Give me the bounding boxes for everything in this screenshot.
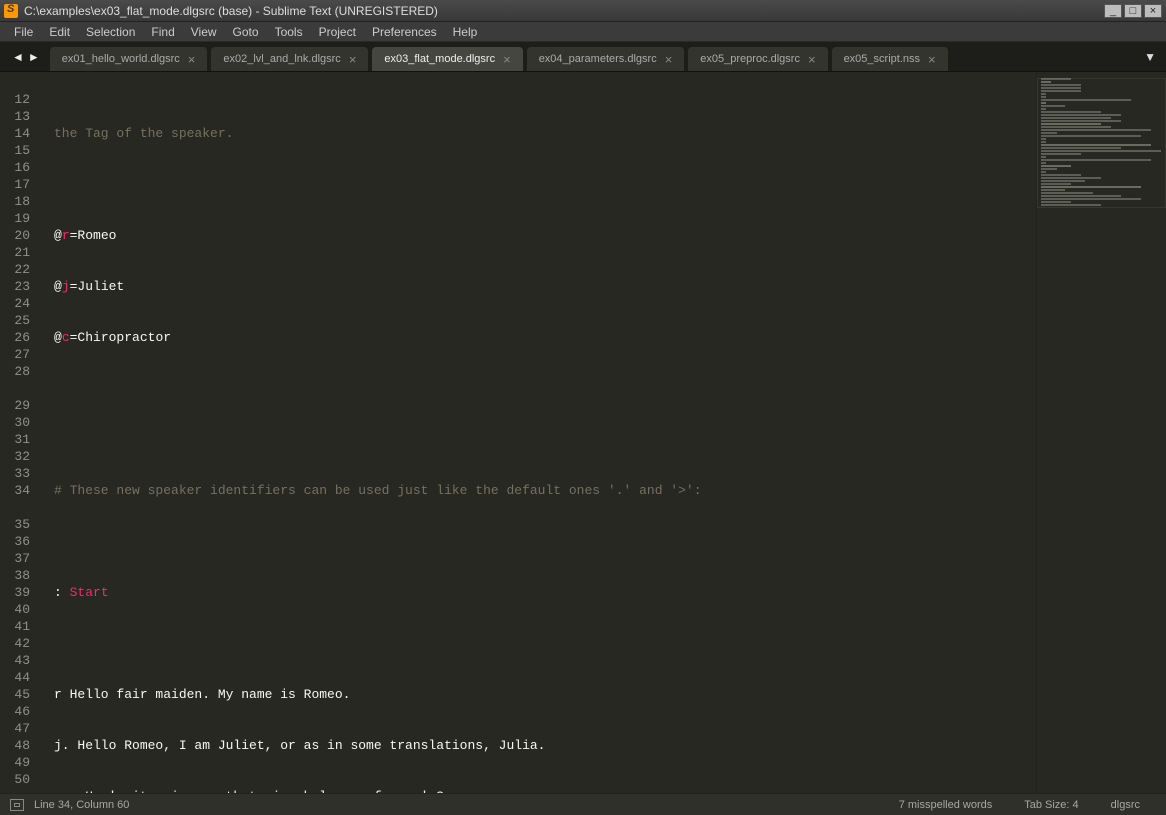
tab-label: ex02_lvl_and_lnk.dlgsrc [223,53,340,65]
speaker-key: j [62,279,70,294]
tab-ex02[interactable]: ex02_lvl_and_lnk.dlgsrc × [211,47,368,71]
tab-label: ex03_flat_mode.dlgsrc [384,53,495,65]
dialog-line: r Hello fair maiden. My name is Romeo. [54,687,350,702]
at-symbol: @ [54,228,62,243]
tab-close-icon[interactable]: × [665,52,673,67]
close-button[interactable]: × [1144,4,1162,18]
menu-help[interactable]: Help [445,25,486,39]
menu-selection[interactable]: Selection [78,25,143,39]
minimize-button[interactable]: _ [1104,4,1122,18]
menu-edit[interactable]: Edit [41,25,78,39]
status-tabsize[interactable]: Tab Size: 4 [1008,799,1094,811]
status-bar: Line 34, Column 60 7 misspelled words Ta… [0,793,1166,815]
comment: # These new speaker identifiers can be u… [54,483,702,498]
tab-label: ex01_hello_world.dlgsrc [62,53,180,65]
at-symbol: @ [54,279,62,294]
speaker-def: =Romeo [70,228,117,243]
speaker-def: =Juliet [70,279,125,294]
speaker-def: =Chiropractor [70,330,171,345]
maximize-button[interactable]: □ [1124,4,1142,18]
tab-overflow-icon[interactable]: ▼ [1134,50,1166,64]
dialog-line: j. Hello Romeo, I am Juliet, or as in so… [54,738,545,753]
label-colon: : [54,585,70,600]
menu-project[interactable]: Project [311,25,364,39]
tab-label: ex05_script.nss [844,53,920,65]
minimap[interactable] [1036,72,1166,793]
tab-next-icon[interactable]: ► [28,50,40,64]
speaker-key: r [62,228,70,243]
tab-close-icon[interactable]: × [808,52,816,67]
at-symbol: @ [54,330,62,345]
tab-strip: ◄ ► ex01_hello_world.dlgsrc × ex02_lvl_an… [0,42,1166,72]
menu-view[interactable]: View [183,25,225,39]
tab-close-icon[interactable]: × [188,52,196,67]
tab-prev-icon[interactable]: ◄ [12,50,24,64]
app-icon [4,4,18,18]
menu-find[interactable]: Find [143,25,182,39]
menu-preferences[interactable]: Preferences [364,25,445,39]
speaker-key: c [62,330,70,345]
menu-goto[interactable]: Goto [225,25,267,39]
tab-close-icon[interactable]: × [349,52,357,67]
panel-toggle-icon[interactable] [10,799,24,811]
status-position[interactable]: Line 34, Column 60 [34,799,129,811]
menubar: File Edit Selection Find View Goto Tools… [0,22,1166,42]
tab-ex01[interactable]: ex01_hello_world.dlgsrc × [50,47,208,71]
line-gutter: 1213141516171819202122232425262728293031… [0,72,40,793]
tab-close-icon[interactable]: × [928,52,936,67]
tab-ex04[interactable]: ex04_parameters.dlgsrc × [527,47,685,71]
editor-area[interactable]: the Tag of the speaker. @r=Romeo @j=Juli… [40,72,1036,793]
label-start: Start [70,585,109,600]
tab-label: ex04_parameters.dlgsrc [539,53,657,65]
tab-ex05s[interactable]: ex05_script.nss × [832,47,948,71]
tab-ex03[interactable]: ex03_flat_mode.dlgsrc × [372,47,522,71]
tab-close-icon[interactable]: × [503,52,511,67]
menu-tools[interactable]: Tools [267,25,311,39]
code-text: the Tag of the speaker. [54,126,233,141]
tab-ex05p[interactable]: ex05_preproc.dlgsrc × [688,47,827,71]
window-title: C:\examples\ex03_flat_mode.dlgsrc (base)… [24,4,1102,18]
status-syntax[interactable]: dlgsrc [1095,799,1156,811]
tab-label: ex05_preproc.dlgsrc [700,53,800,65]
status-spellcheck[interactable]: 7 misspelled words [883,799,1009,811]
menu-file[interactable]: File [6,25,41,39]
minimap-viewport[interactable] [1037,78,1166,208]
